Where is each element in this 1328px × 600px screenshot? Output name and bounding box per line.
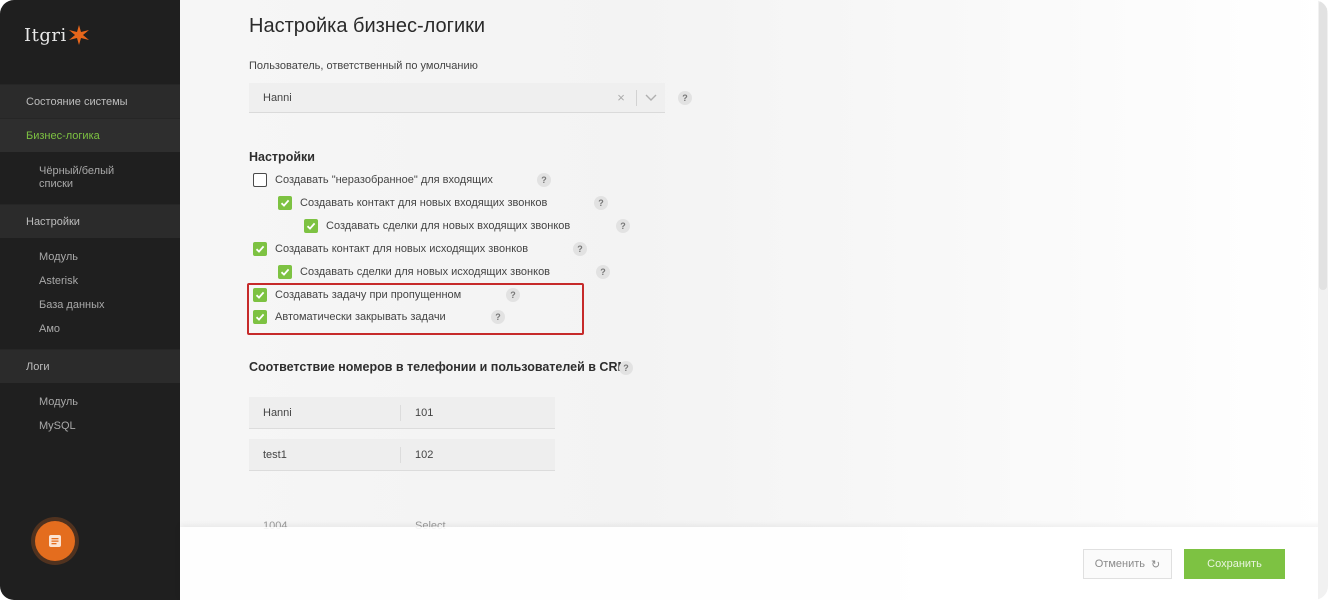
sidebar-item-asterisk[interactable]: Asterisk bbox=[39, 275, 169, 288]
sidebar-item-module[interactable]: Модуль bbox=[39, 251, 169, 264]
phone-number: 102 bbox=[415, 448, 434, 461]
table-row[interactable]: test1 102 bbox=[249, 439, 555, 471]
sidebar: Itgri Состояние системы Бизнес-логика Чё… bbox=[0, 0, 180, 600]
app-window: Itgri Состояние системы Бизнес-логика Чё… bbox=[0, 0, 1328, 600]
scrollbar[interactable] bbox=[1318, 0, 1328, 600]
option-label: Создавать контакт для новых входящих зво… bbox=[300, 197, 548, 209]
help-icon[interactable]: ? bbox=[573, 242, 587, 256]
mapping-title: Соответствие номеров в телефонии и польз… bbox=[249, 360, 628, 374]
sidebar-item-amo[interactable]: Амо bbox=[39, 323, 169, 336]
sidebar-item-label: Чёрный/белый bbox=[39, 165, 115, 177]
default-user-select[interactable]: Hanni × bbox=[249, 83, 665, 113]
cancel-button[interactable]: Отменить ↻ bbox=[1083, 549, 1172, 579]
checkbox-checked[interactable] bbox=[278, 196, 292, 210]
option-create-contact-outgoing[interactable]: Создавать контакт для новых исходящих зв… bbox=[253, 241, 528, 257]
help-icon[interactable]: ? bbox=[537, 173, 551, 187]
check-icon bbox=[280, 268, 290, 276]
save-button[interactable]: Сохранить bbox=[1184, 549, 1285, 579]
sidebar-section-settings[interactable]: Настройки bbox=[0, 204, 180, 238]
page-title: Настройка бизнес-логики bbox=[249, 15, 486, 37]
sidebar-section-label: Состояние системы bbox=[26, 95, 128, 108]
help-icon[interactable]: ? bbox=[616, 219, 630, 233]
select-value: Hanni bbox=[263, 91, 292, 104]
sidebar-section-label: Логи bbox=[26, 360, 50, 373]
checkbox[interactable] bbox=[253, 173, 267, 187]
logo-star-icon bbox=[68, 25, 89, 45]
checkbox-checked[interactable] bbox=[278, 265, 292, 279]
document-icon bbox=[49, 535, 61, 547]
sidebar-item-database[interactable]: База данных bbox=[39, 299, 169, 312]
logo[interactable]: Itgri bbox=[24, 20, 90, 50]
help-icon[interactable]: ? bbox=[506, 288, 520, 302]
default-user-label: Пользователь, ответственный по умолчанию bbox=[249, 60, 478, 72]
help-icon[interactable]: ? bbox=[491, 310, 505, 324]
option-create-deals-outgoing[interactable]: Создавать сделки для новых исходящих зво… bbox=[278, 264, 550, 280]
table-row[interactable]: Hanni 101 bbox=[249, 397, 555, 429]
logo-text: Itgri bbox=[24, 24, 67, 46]
save-label: Сохранить bbox=[1207, 558, 1262, 570]
option-auto-close-tasks[interactable]: Автоматически закрывать задачи bbox=[253, 309, 446, 325]
help-icon[interactable]: ? bbox=[594, 196, 608, 210]
check-icon bbox=[306, 222, 316, 230]
clear-icon[interactable]: × bbox=[614, 90, 628, 105]
help-icon[interactable]: ? bbox=[678, 91, 692, 105]
phone-number: 101 bbox=[415, 406, 434, 419]
sidebar-item-label: списки bbox=[39, 178, 74, 190]
cancel-label: Отменить bbox=[1094, 558, 1146, 570]
check-icon bbox=[255, 245, 265, 253]
option-label: Создавать контакт для новых исходящих зв… bbox=[275, 243, 529, 255]
sidebar-section-system-status[interactable]: Состояние системы bbox=[0, 84, 180, 118]
checkbox-checked[interactable] bbox=[253, 310, 267, 324]
footer-bar: Отменить ↻ Сохранить bbox=[180, 527, 1328, 600]
option-create-unsorted[interactable]: Создавать "неразобранное" для входящих bbox=[253, 172, 493, 188]
option-create-deals-incoming[interactable]: Создавать сделки для новых входящих звон… bbox=[304, 218, 570, 234]
settings-title: Настройки bbox=[249, 150, 315, 164]
crm-user-name: Hanni bbox=[249, 404, 401, 421]
help-icon[interactable]: ? bbox=[619, 361, 633, 375]
help-icon[interactable]: ? bbox=[596, 265, 610, 279]
sidebar-section-label: Настройки bbox=[26, 215, 80, 228]
option-label: Создавать "неразобранное" для входящих bbox=[275, 174, 493, 186]
check-icon bbox=[255, 313, 265, 321]
crm-user-name: test1 bbox=[249, 446, 401, 463]
option-label: Создавать задачу при пропущенном bbox=[275, 289, 462, 301]
option-label: Автоматически закрывать задачи bbox=[275, 311, 446, 323]
sidebar-item-blacklist[interactable]: Чёрный/белый списки bbox=[39, 165, 169, 191]
select-separator bbox=[636, 89, 637, 106]
sidebar-section-business-logic[interactable]: Бизнес-логика bbox=[0, 118, 180, 152]
check-icon bbox=[280, 199, 290, 207]
sidebar-section-logs[interactable]: Логи bbox=[0, 349, 180, 383]
checkbox-checked[interactable] bbox=[253, 288, 267, 302]
sidebar-item-logs-module[interactable]: Модуль bbox=[39, 396, 169, 409]
checkbox-checked[interactable] bbox=[304, 219, 318, 233]
main-content: Настройка бизнес-логики Пользователь, от… bbox=[180, 0, 1328, 600]
check-icon bbox=[255, 291, 265, 299]
option-create-task-missed[interactable]: Создавать задачу при пропущенном bbox=[253, 287, 461, 303]
scrollbar-thumb[interactable] bbox=[1319, 0, 1327, 290]
option-label: Создавать сделки для новых входящих звон… bbox=[326, 220, 571, 232]
sidebar-section-label: Бизнес-логика bbox=[26, 129, 100, 142]
notes-button[interactable] bbox=[35, 521, 75, 561]
option-create-contact-incoming[interactable]: Создавать контакт для новых входящих зво… bbox=[278, 195, 547, 211]
option-label: Создавать сделки для новых исходящих зво… bbox=[300, 266, 551, 278]
checkbox-checked[interactable] bbox=[253, 242, 267, 256]
refresh-icon: ↻ bbox=[1151, 558, 1161, 571]
chevron-down-icon[interactable] bbox=[645, 94, 657, 102]
sidebar-item-mysql[interactable]: MySQL bbox=[39, 420, 169, 433]
